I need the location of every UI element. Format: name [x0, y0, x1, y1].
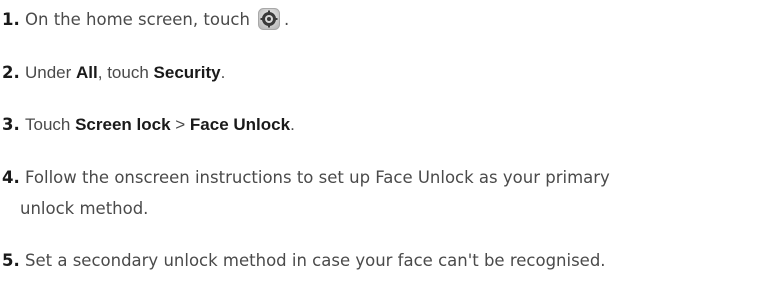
step-text: unlock method.: [20, 199, 149, 218]
step-number: 5.: [2, 251, 20, 270]
step-text: Set a secondary unlock method in case yo…: [25, 251, 606, 270]
step-text: Follow the onscreen instructions to set …: [25, 168, 610, 187]
step-number: 2.: [2, 63, 20, 82]
menu-all-label: All: [76, 63, 98, 82]
step-4: 4. Follow the onscreen instructions to s…: [2, 163, 610, 192]
step-text-end: .: [290, 115, 295, 134]
step-text: On the home screen, touch: [25, 10, 250, 29]
step-5: 5. Set a secondary unlock method in case…: [2, 246, 606, 275]
settings-gear-icon: [257, 8, 280, 30]
step-text: , touch: [97, 63, 154, 82]
step-text-end: .: [283, 10, 290, 29]
step-text: Under: [25, 63, 77, 82]
step-4-continuation: unlock method.: [2, 194, 148, 223]
step-2: 2. Under All, touch Security.: [2, 58, 225, 87]
step-3: 3. Touch Screen lock > Face Unlock.: [2, 110, 295, 139]
path-separator: >: [170, 115, 190, 134]
screen-lock-label: Screen lock: [75, 115, 171, 134]
step-number: 3.: [2, 115, 20, 134]
step-number: 1.: [2, 10, 20, 29]
step-text-end: .: [220, 63, 226, 82]
face-unlock-label: Face Unlock: [189, 115, 291, 134]
step-number: 4.: [2, 168, 20, 187]
security-label: Security: [153, 63, 221, 82]
step-text: Touch: [25, 115, 76, 134]
step-1: 1. On the home screen, touch .: [2, 5, 289, 34]
